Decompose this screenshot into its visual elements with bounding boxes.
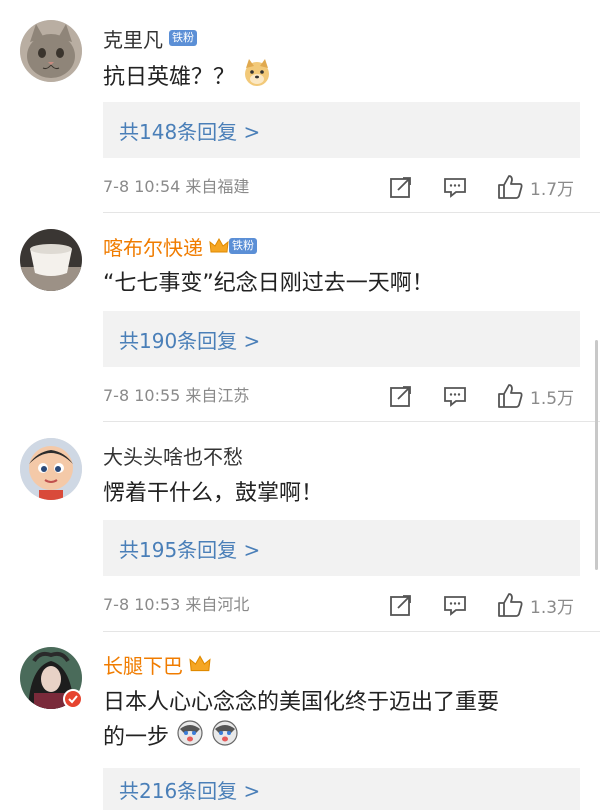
fan-badge: 铁粉: [169, 30, 197, 46]
like-count: 1.7万: [530, 179, 575, 200]
verified-badge-icon: [63, 689, 83, 713]
crown-icon: [189, 654, 211, 674]
comment-icon[interactable]: [442, 592, 468, 618]
view-replies-label: 共195条回复 >: [119, 537, 261, 562]
view-replies-label: 共190条回复 >: [119, 328, 261, 353]
username[interactable]: 大头头啥也不愁: [103, 441, 243, 470]
view-replies-label: 共216条回复 >: [119, 778, 261, 803]
view-replies-button[interactable]: 共190条回复 >: [103, 311, 580, 367]
fan-badge-label: 铁粉: [172, 31, 194, 44]
comment-text: 愣着干什么，鼓掌啊！: [103, 481, 324, 506]
doge-emoji-icon: [242, 58, 272, 98]
thumbs-up-icon: [498, 175, 523, 199]
husky-emoji-icon: [211, 719, 239, 757]
comment-actions: 1.5万: [388, 383, 574, 409]
comment-meta: 7-8 10:54 来自福建: [103, 177, 250, 196]
crown-icon: [209, 237, 229, 255]
username[interactable]: 喀布尔快递: [103, 232, 203, 261]
user-row: 大头头啥也不愁: [103, 440, 243, 470]
comment-text: “七七事变”纪念日刚过去一天啊！: [103, 271, 434, 296]
share-icon[interactable]: [388, 592, 414, 618]
like-count: 1.5万: [530, 388, 575, 409]
divider: [103, 421, 600, 422]
comment-text: 抗日英雄？？: [103, 58, 583, 98]
comment-actions: 1.3万: [388, 592, 574, 618]
comment-text-line: 日本人心心念念的美国化终于迈出了重要: [103, 690, 500, 715]
avatar[interactable]: [20, 229, 82, 291]
user-row: 长腿下巴: [103, 649, 211, 679]
user-row: 喀布尔快递 铁粉: [103, 231, 257, 261]
comment-text: 日本人心心念念的美国化终于迈出了重要 的一步: [103, 686, 583, 757]
comment-actions: 1.7万: [388, 174, 574, 200]
view-replies-button[interactable]: 共148条回复 >: [103, 102, 580, 158]
scrollbar[interactable]: [595, 340, 598, 570]
user-row: 克里凡 铁粉: [103, 23, 197, 53]
like-count: 1.3万: [530, 597, 575, 618]
username[interactable]: 克里凡: [103, 24, 163, 53]
comment-meta: 7-8 10:55 来自江苏: [103, 386, 250, 405]
share-icon[interactable]: [388, 383, 414, 409]
avatar[interactable]: [20, 438, 82, 500]
avatar[interactable]: [20, 20, 82, 82]
comment-text-content: 抗日英雄？？: [103, 65, 236, 90]
share-icon[interactable]: [388, 174, 414, 200]
fan-badge-label: 铁粉: [232, 239, 254, 252]
like-button[interactable]: 1.7万: [496, 173, 574, 201]
like-button[interactable]: 1.5万: [496, 382, 574, 410]
thumbs-up-icon: [498, 593, 523, 617]
thumbs-up-icon: [498, 384, 523, 408]
like-button[interactable]: 1.3万: [496, 591, 574, 619]
comment-meta: 7-8 10:53 来自河北: [103, 595, 250, 614]
view-replies-button[interactable]: 共216条回复 >: [103, 768, 580, 810]
comment-text-line-2: 的一步: [103, 719, 583, 757]
view-replies-label: 共148条回复 >: [119, 119, 261, 144]
divider: [103, 212, 600, 213]
divider: [103, 631, 600, 632]
view-replies-button[interactable]: 共195条回复 >: [103, 520, 580, 576]
comment-icon[interactable]: [442, 174, 468, 200]
username[interactable]: 长腿下巴: [103, 650, 183, 679]
fan-badge: 铁粉: [229, 238, 257, 254]
comment-icon[interactable]: [442, 383, 468, 409]
husky-emoji-icon: [176, 719, 204, 757]
comment-text-content: 的一步: [103, 725, 170, 750]
